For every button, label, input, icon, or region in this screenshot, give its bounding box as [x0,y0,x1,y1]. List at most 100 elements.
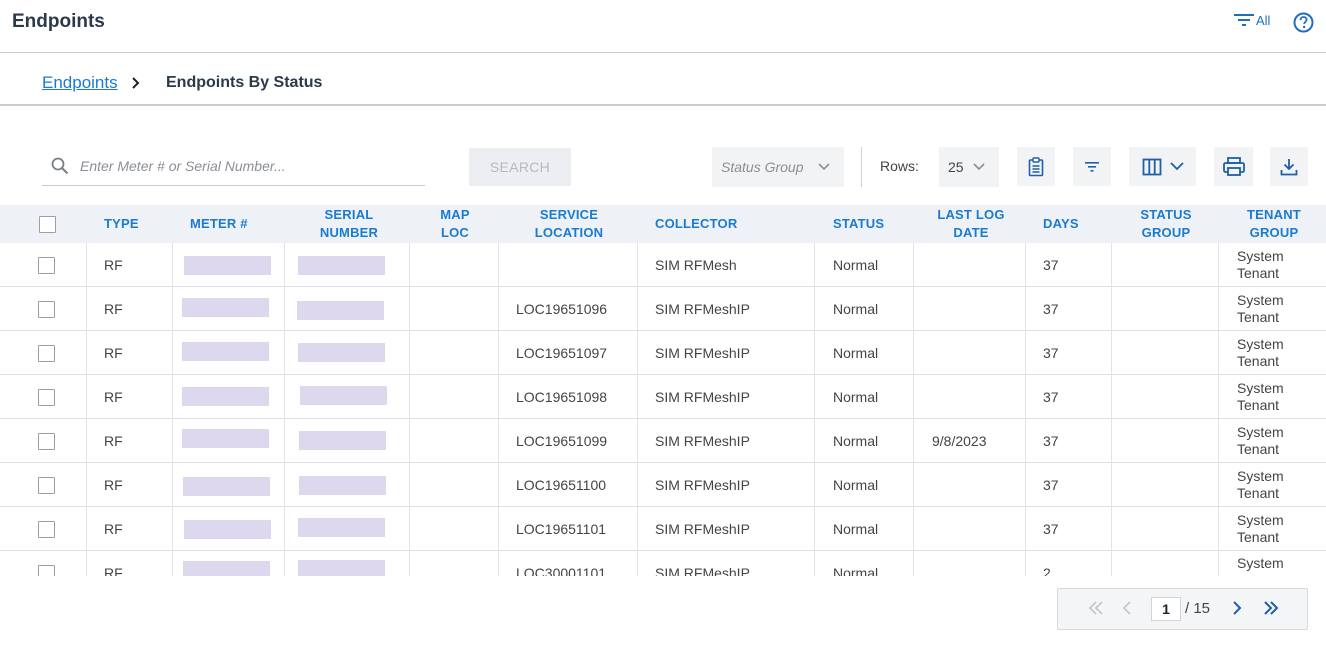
redacted-serial [298,256,385,275]
redacted-serial [299,431,386,450]
column-header-type[interactable]: TYPE [104,205,174,243]
column-divider [1111,243,1112,576]
table-header: TYPE METER # SERIAL NUMBER MAP LOC SERVI… [0,205,1326,243]
cell-status: Normal [833,389,879,405]
print-icon [1222,156,1245,176]
page-title: Endpoints [12,11,105,32]
cell-tenant-group: System Tenant [1237,248,1284,281]
help-icon [1293,12,1314,33]
row-checkbox[interactable] [38,564,55,576]
redacted-meter [182,298,269,317]
column-header-days[interactable]: DAYS [1043,205,1103,243]
redacted-meter [182,387,269,406]
status-group-placeholder: Status Group [721,159,804,175]
table-row[interactable]: RF LOC19651096 SIM RFMeshIP Normal 37 Sy… [0,287,1326,331]
table-row[interactable]: RF LOC19651098 SIM RFMeshIP Normal 37 Sy… [0,375,1326,419]
redacted-meter [184,520,271,539]
column-divider [913,243,914,576]
download-icon [1280,158,1298,175]
search-icon [51,157,69,175]
cell-type: RF [104,345,123,361]
column-header-status-group[interactable]: STATUS GROUP [1113,205,1219,243]
filter-all-label: All [1256,12,1271,28]
filter-icon [1085,161,1099,172]
last-page-button[interactable] [1263,600,1279,621]
chevron-down-icon [1169,162,1184,171]
column-header-meter[interactable]: METER # [190,205,280,243]
toolbar-divider [861,147,862,187]
rows-label: Rows: [880,158,919,174]
table-row[interactable]: RF LOC30001101 SIM RFMeshIP Normal 2 Sys… [0,551,1326,576]
table-row[interactable]: RF SIM RFMesh Normal 37 System Tenant [0,243,1326,287]
redacted-meter [184,256,271,275]
endpoints-table: TYPE METER # SERIAL NUMBER MAP LOC SERVI… [0,205,1326,576]
table-row[interactable]: RF LOC19651100 SIM RFMeshIP Normal 37 Sy… [0,463,1326,507]
row-checkbox[interactable] [38,388,55,406]
select-all-cell [38,205,56,243]
previous-page-button[interactable] [1121,600,1133,621]
cell-tenant-group: System Tenant [1237,336,1284,369]
breadcrumb-current: Endpoints By Status [166,74,323,91]
cell-status: Normal [833,257,879,273]
column-header-service-location[interactable]: SERVICE LOCATION [500,205,638,243]
cell-tenant-group: System Tenant [1237,424,1284,457]
column-filter-button[interactable] [1073,147,1111,186]
row-checkbox[interactable] [38,476,55,494]
search-input[interactable] [80,154,410,178]
select-all-checkbox[interactable] [38,215,56,233]
cell-collector: SIM RFMeshIP [655,477,750,493]
page-total: / 15 [1185,600,1211,617]
redacted-serial [298,343,385,362]
cell-collector: SIM RFMeshIP [655,389,750,405]
column-header-tenant-group[interactable]: TENANT GROUP [1222,205,1326,243]
first-page-button[interactable] [1088,600,1104,621]
cell-status: Normal [833,433,879,449]
current-page-input[interactable]: 1 [1151,597,1181,621]
next-page-button[interactable] [1231,600,1243,621]
redacted-serial [298,518,385,537]
cell-service-location: LOC19651100 [516,477,607,493]
download-button[interactable] [1270,147,1308,186]
cell-type: RF [104,477,123,493]
redacted-meter [182,429,269,448]
row-checkbox[interactable] [38,520,55,538]
column-header-map-loc[interactable]: MAP LOC [412,205,498,243]
columns-button[interactable] [1129,147,1196,186]
cell-last-log-date: 9/8/2023 [932,433,987,449]
column-divider [814,243,815,576]
row-checkbox[interactable] [38,432,55,450]
columns-icon [1142,158,1161,175]
cell-days: 37 [1043,257,1059,273]
chevron-right-icon [132,77,140,89]
status-group-select[interactable]: Status Group [712,147,844,187]
search-button[interactable]: SEARCH [469,148,571,186]
help-button[interactable] [1293,12,1314,38]
column-header-collector[interactable]: COLLECTOR [655,205,805,243]
cell-days: 37 [1043,477,1059,493]
rows-value: 25 [948,159,964,175]
filter-all-button[interactable]: All [1234,12,1270,28]
table-row[interactable]: RF LOC19651097 SIM RFMeshIP Normal 37 Sy… [0,331,1326,375]
column-divider [86,243,87,576]
row-checkbox[interactable] [38,344,55,362]
row-checkbox[interactable] [38,300,55,318]
column-header-serial-number[interactable]: SERIAL NUMBER [290,205,408,243]
table-row[interactable]: RF LOC19651101 SIM RFMeshIP Normal 37 Sy… [0,507,1326,551]
column-divider [172,243,173,576]
rows-per-page-select[interactable]: 25 [939,147,999,187]
chevron-down-icon [973,163,985,171]
clipboard-icon [1028,156,1044,176]
row-checkbox[interactable] [38,256,55,274]
column-divider [498,243,499,576]
column-header-status[interactable]: STATUS [833,205,913,243]
print-button[interactable] [1214,147,1253,186]
cell-service-location: LOC19651097 [516,345,608,361]
clipboard-button[interactable] [1017,147,1055,186]
cell-status: Normal [833,565,879,576]
table-row[interactable]: RF LOC19651099 SIM RFMeshIP Normal 9/8/2… [0,419,1326,463]
column-header-last-log-date[interactable]: LAST LOG DATE [916,205,1026,243]
breadcrumb-endpoints-link[interactable]: Endpoints [42,73,118,93]
cell-service-location: LOC19651096 [516,301,608,317]
cell-type: RF [104,433,123,449]
cell-type: RF [104,301,123,317]
